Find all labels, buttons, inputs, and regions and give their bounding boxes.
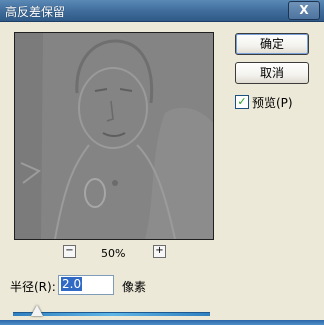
preview-label[interactable]: 预览(P)	[252, 94, 293, 111]
close-icon: X	[299, 3, 309, 17]
dialog-title: 高反差保留	[5, 5, 66, 19]
zoom-out-button[interactable]: −	[63, 245, 76, 258]
zoom-level: 50%	[101, 247, 126, 260]
radius-input[interactable]: 2.0	[58, 275, 114, 295]
triangle-icon[interactable]	[31, 305, 43, 316]
title-bar: 高反差保留 X	[0, 0, 324, 22]
cancel-button[interactable]: 取消	[235, 62, 309, 84]
ok-button[interactable]: 确定	[235, 33, 309, 55]
radius-value: 2.0	[61, 277, 83, 291]
bottom-border	[0, 320, 324, 325]
zoom-in-button[interactable]: +	[153, 245, 166, 258]
preview-image	[15, 33, 213, 239]
filter-preview[interactable]	[14, 32, 214, 240]
check-icon: ✓	[237, 95, 247, 108]
minus-icon: −	[65, 245, 74, 256]
radius-unit-label: 像素	[122, 280, 147, 294]
preview-checkbox[interactable]: ✓	[235, 95, 249, 109]
plus-icon: +	[155, 245, 164, 256]
radius-label: 半径(R):	[10, 280, 56, 294]
close-button[interactable]: X	[288, 1, 320, 20]
